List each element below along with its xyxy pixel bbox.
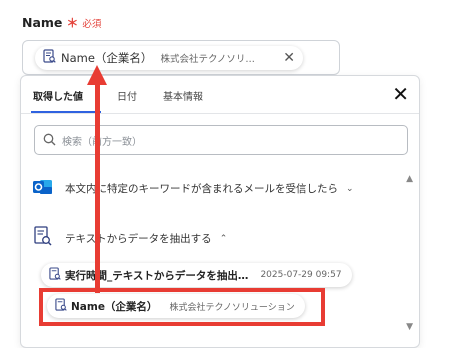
group-text-extract[interactable]: テキストからデータを抽出する ⌃ — [33, 226, 227, 251]
chevron-down-icon[interactable]: ⌄ — [346, 184, 354, 194]
required-label: 必須 — [82, 18, 102, 30]
close-icon[interactable]: ✕ — [392, 84, 409, 104]
scroll-down-icon[interactable]: ▼ — [406, 322, 413, 332]
field-label-row: Name ＊ 必須 — [22, 14, 101, 31]
active-tab-indicator — [31, 111, 101, 113]
remove-token-icon[interactable]: ✕ — [283, 50, 295, 66]
outlook-icon — [33, 178, 53, 199]
value-item-value: 2025-07-29 09:57 — [260, 270, 342, 280]
screen: Name ＊ 必須 Name（企業名） 株式会社テクノソリ… ✕ 取得した値 日… — [0, 0, 472, 348]
search-input[interactable]: 検索（前方一致） — [34, 125, 408, 155]
name-field[interactable]: Name（企業名） 株式会社テクノソリ… ✕ — [22, 40, 340, 75]
text-extract-icon — [33, 226, 53, 251]
value-item-name: 実行時間_テキストからデータを抽出… — [65, 269, 249, 282]
tab-date[interactable]: 日付 — [117, 88, 137, 103]
value-picker-panel: 取得した値 日付 基本情報 ✕ 検索（前方一致） 本文内に特定のキーワードが含ま… — [20, 75, 420, 348]
tab-retrieved-values[interactable]: 取得した値 — [33, 88, 83, 103]
required-star: ＊ — [66, 16, 79, 30]
scroll-up-icon[interactable]: ▲ — [406, 174, 413, 184]
highlight-box — [39, 288, 325, 326]
tab-bar: 取得した値 日付 基本情報 ✕ — [21, 76, 419, 114]
document-search-icon — [43, 49, 56, 67]
token-value: 株式会社テクノソリ… — [160, 54, 255, 65]
group-email-trigger[interactable]: 本文内に特定のキーワードが含まれるメールを受信したら ⌄ — [33, 178, 354, 199]
annotation-arrow-shaft — [95, 83, 100, 293]
document-search-icon — [49, 266, 61, 285]
value-item-exec-time[interactable]: 実行時間_テキストからデータを抽出… 2025-07-29 09:57 — [41, 263, 352, 287]
selected-value-token[interactable]: Name（企業名） 株式会社テクノソリ… ✕ — [35, 46, 303, 70]
search-icon — [43, 131, 56, 150]
chevron-up-icon[interactable]: ⌃ — [220, 234, 228, 244]
group-label: テキストからデータを抽出する — [65, 233, 212, 245]
tab-basic-info[interactable]: 基本情報 — [163, 88, 203, 103]
field-label: Name — [22, 15, 63, 30]
search-placeholder: 検索（前方一致） — [62, 136, 142, 148]
token-name: Name（企業名） — [61, 51, 153, 65]
annotation-arrow-head — [87, 65, 107, 85]
group-label: 本文内に特定のキーワードが含まれるメールを受信したら — [65, 183, 338, 195]
